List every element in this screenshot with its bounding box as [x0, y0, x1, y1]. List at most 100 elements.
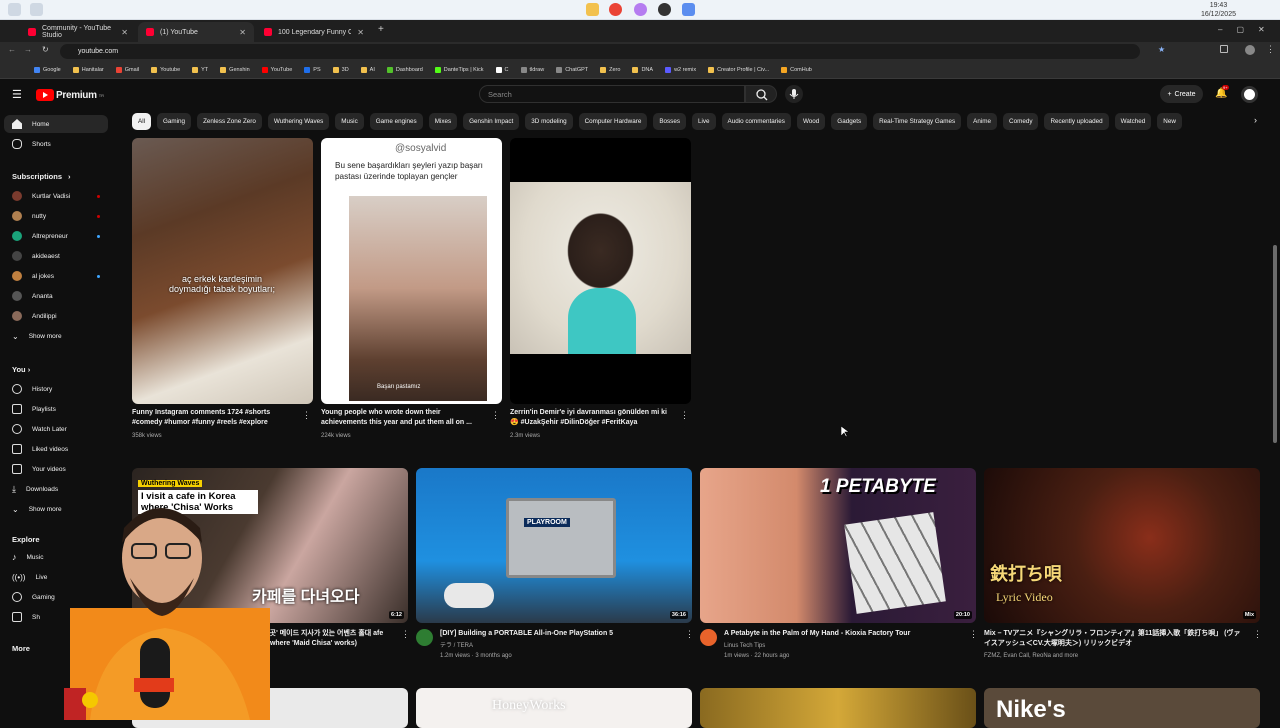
video-title[interactable]: [DIY] Building a PORTABLE All-in-One Pla…: [440, 629, 676, 640]
video-thumbnail[interactable]: PLAYROOM 36:16: [416, 468, 692, 623]
filter-chip[interactable]: Anime: [967, 113, 998, 130]
menu-icon[interactable]: ☰: [12, 88, 22, 101]
sidebar-item-home[interactable]: Home: [4, 115, 108, 133]
subscriptions-header[interactable]: Subscriptions: [12, 172, 62, 181]
bookmark-item[interactable]: Youtube: [145, 66, 186, 73]
filter-chip[interactable]: Mixes: [428, 113, 458, 130]
bookmark-item[interactable]: 3D: [327, 66, 355, 73]
address-bar[interactable]: youtube.com: [60, 44, 1140, 59]
video-title[interactable]: Mix – TVアニメ『シャングリラ・フロンティア』第11話挿入歌「鉄打ち唄」 …: [984, 629, 1242, 650]
bookmark-item[interactable]: C: [490, 66, 515, 73]
app-icon[interactable]: [682, 3, 695, 16]
sidebar-item-shorts[interactable]: Shorts: [4, 135, 108, 153]
video-thumbnail[interactable]: HoneyWorks: [416, 688, 692, 728]
channel-avatar[interactable]: [416, 629, 433, 646]
bookmark-item[interactable]: w2 remix: [659, 66, 702, 73]
channel-name[interactable]: テラ / TERA: [440, 642, 473, 651]
system-clock[interactable]: 19:43 16/12/2025: [1201, 1, 1236, 19]
search-button[interactable]: [745, 85, 777, 103]
window-controls[interactable]: –▢✕: [1218, 25, 1279, 34]
filter-chip[interactable]: 3D modeling: [525, 113, 573, 130]
filter-chip[interactable]: Gadgets: [831, 113, 868, 130]
filter-chip[interactable]: Recently uploaded: [1044, 113, 1109, 130]
bookmark-item[interactable]: Dashboard: [381, 66, 429, 73]
bookmark-item[interactable]: Zero: [594, 66, 626, 73]
sidebar-item-subscription[interactable]: akideaest: [4, 247, 108, 265]
bookmark-star-icon[interactable]: ★: [1158, 45, 1165, 54]
more-options-icon[interactable]: ⋮: [491, 411, 500, 420]
more-options-icon[interactable]: ⋮: [969, 630, 978, 639]
filter-chip[interactable]: Watched: [1114, 113, 1152, 130]
short-thumbnail[interactable]: aç erkek kardeşimin doymadığı tabak boyu…: [132, 138, 313, 404]
search-input[interactable]: Search: [479, 85, 745, 103]
voice-search-button[interactable]: [785, 85, 803, 103]
bookmark-item[interactable]: YouTube: [256, 66, 299, 73]
sidebar-item-subscription[interactable]: Andilippi: [4, 307, 108, 325]
sidebar-item-subscription[interactable]: Altrepreneur: [4, 227, 108, 245]
more-options-icon[interactable]: ⋮: [680, 411, 689, 420]
filter-chip[interactable]: All: [132, 113, 151, 130]
tab-youtube-studio[interactable]: Community - YouTube Studio ✕: [20, 22, 136, 42]
sidebar-item-subscription[interactable]: nutty: [4, 207, 108, 225]
page-scrollbar[interactable]: [1273, 245, 1277, 443]
bookmark-item[interactable]: Creator Profile | Civ...: [702, 66, 775, 73]
close-tab-icon[interactable]: ✕: [121, 28, 128, 37]
file-explorer-icon[interactable]: [586, 3, 599, 16]
chevron-right-icon[interactable]: ›: [1254, 115, 1257, 125]
tab-funny-commercials[interactable]: 100 Legendary Funny Commer✕: [256, 22, 372, 42]
bookmark-item[interactable]: PS: [298, 66, 326, 73]
account-avatar[interactable]: [1241, 86, 1258, 103]
chrome-icon[interactable]: [609, 3, 622, 16]
profile-avatar-icon[interactable]: [1245, 45, 1255, 55]
close-tab-icon[interactable]: ✕: [357, 28, 364, 37]
video-thumbnail[interactable]: 鉄打ち唄 Lyric Video Mix: [984, 468, 1260, 623]
short-thumbnail[interactable]: @sosyalvid Bu sene başardıkları şeyleri …: [321, 138, 502, 404]
bookmark-item[interactable]: AI: [355, 66, 381, 73]
create-button[interactable]: + Create: [1160, 85, 1203, 103]
bookmark-item[interactable]: tldraw: [515, 66, 551, 73]
more-options-icon[interactable]: ⋮: [685, 630, 694, 639]
short-thumbnail[interactable]: [510, 138, 691, 404]
filter-chip[interactable]: Game engines: [369, 113, 423, 130]
bookmark-item[interactable]: Hanitalar: [67, 66, 110, 73]
bookmark-item[interactable]: ComHub: [775, 66, 818, 73]
tab-youtube[interactable]: (1) YouTube ✕: [138, 22, 254, 42]
filter-chip[interactable]: Bosses: [653, 113, 686, 130]
filter-chip[interactable]: Live: [691, 113, 716, 130]
extensions-icon[interactable]: [1220, 45, 1228, 53]
bookmark-item[interactable]: ChatGPT: [550, 66, 594, 73]
close-tab-icon[interactable]: ✕: [239, 28, 246, 37]
sidebar-item-watch-later[interactable]: Watch Later: [4, 420, 108, 438]
sidebar-item-subscription[interactable]: Kurtlar Vadisi: [4, 187, 108, 205]
video-thumbnail[interactable]: [700, 688, 976, 728]
you-header[interactable]: You ›: [12, 365, 30, 374]
app-icon[interactable]: [634, 3, 647, 16]
sidebar-item-liked-videos[interactable]: Liked videos: [4, 440, 108, 458]
bookmark-item[interactable]: DNA: [626, 66, 659, 73]
filter-chip[interactable]: Wood: [796, 113, 826, 130]
sidebar-item-subscription[interactable]: Ananta: [4, 287, 108, 305]
filter-chip[interactable]: Gaming: [157, 113, 192, 130]
short-title[interactable]: Young people who wrote down their achiev…: [321, 408, 487, 429]
new-tab-button[interactable]: +: [378, 24, 384, 35]
bookmark-item[interactable]: Genshin: [214, 66, 256, 73]
filter-chip[interactable]: Music: [335, 113, 364, 130]
bookmark-item[interactable]: DanteTips | Kick: [429, 66, 490, 73]
video-title[interactable]: A Petabyte in the Palm of My Hand - Kiox…: [724, 629, 960, 640]
more-options-icon[interactable]: ⋮: [401, 630, 410, 639]
video-thumbnail[interactable]: Nike's: [984, 688, 1260, 728]
windows-start-icon[interactable]: [8, 3, 21, 16]
sidebar-item-playlists[interactable]: Playlists: [4, 400, 108, 418]
short-title[interactable]: Zerrin'in Demir'e iyi davranması gönülde…: [510, 408, 676, 429]
filter-chip[interactable]: Zenless Zone Zero: [197, 113, 262, 130]
short-title[interactable]: Funny Instagram comments 1724 #shorts #c…: [132, 408, 298, 429]
bookmark-item[interactable]: YT: [186, 66, 214, 73]
sidebar-item-subscription[interactable]: al jokes: [4, 267, 108, 285]
app-icon[interactable]: [658, 3, 671, 16]
back-icon[interactable]: ←: [8, 45, 16, 54]
filter-chip[interactable]: Audio commentaries: [721, 113, 791, 130]
filter-chip[interactable]: Comedy: [1003, 113, 1039, 130]
filter-chip[interactable]: Genshin Impact: [463, 113, 520, 130]
video-thumbnail[interactable]: 1 PETABYTE 20:10: [700, 468, 976, 623]
chrome-menu-icon[interactable]: ⋮: [1266, 44, 1275, 55]
